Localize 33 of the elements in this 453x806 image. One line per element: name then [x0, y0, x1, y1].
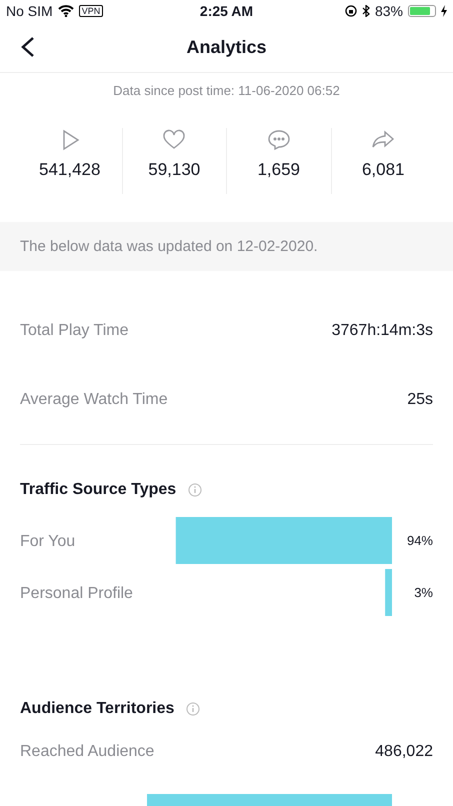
carrier-name: No SIM	[6, 3, 53, 19]
stat-count: 6,081	[362, 160, 405, 180]
info-icon	[188, 483, 202, 497]
wifi-icon	[58, 5, 74, 17]
stat-count: 1,659	[257, 160, 300, 180]
stat-count: 541,428	[39, 160, 100, 180]
page-title: Analytics	[185, 36, 268, 58]
metric-value: 25s	[407, 390, 433, 408]
section-title: Traffic Source Types	[20, 481, 176, 499]
post-date-note: Data since post time: 11-06-2020 06:52	[112, 83, 341, 98]
battery-percent: 83%	[374, 3, 403, 19]
charging-icon	[441, 5, 447, 17]
metric-value: 486,022	[375, 743, 433, 761]
percent-value: 3%	[414, 585, 433, 600]
metric-label: Reached Audience	[20, 743, 154, 761]
metric-label: Total Play Time	[20, 322, 128, 340]
percent-value: 94%	[406, 533, 433, 548]
battery-icon	[408, 5, 436, 17]
category-label: Personal Profile	[20, 585, 133, 602]
speech-bubble-icon	[266, 128, 291, 152]
metric-value: 3767h:14m:3s	[332, 322, 433, 340]
metric-label: Average Watch Time	[20, 390, 168, 408]
category-label: For You	[20, 533, 76, 550]
info-icon	[186, 702, 200, 716]
update-notice: The below data was updated on 12-02-2020.	[0, 222, 453, 271]
rotation-lock-icon	[344, 5, 357, 17]
stat-count: 59,130	[148, 160, 200, 180]
vpn-badge: VPN	[78, 5, 104, 17]
back-icon[interactable]	[20, 36, 36, 58]
bluetooth-icon	[362, 5, 370, 17]
status-time: 2:25 AM	[198, 3, 254, 19]
section-title: Audience Territories	[20, 700, 174, 718]
bar	[385, 569, 392, 616]
